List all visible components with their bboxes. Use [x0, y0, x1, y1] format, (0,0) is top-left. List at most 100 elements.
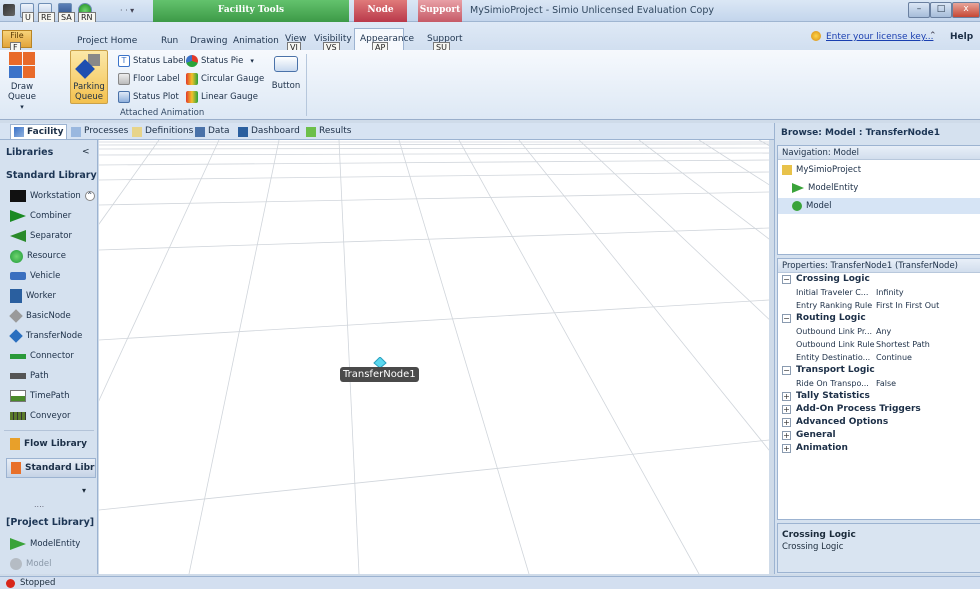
expand-icon[interactable]: +: [782, 405, 791, 414]
tab-definitions[interactable]: Definitions: [129, 124, 196, 139]
context-tab-facility-tools[interactable]: Facility Tools: [153, 0, 349, 22]
lib-item-worker[interactable]: Worker: [10, 288, 56, 304]
lib-separator: [4, 430, 94, 431]
scroll-up-icon[interactable]: ⌃: [84, 191, 95, 201]
property-category[interactable]: + Tally Statistics: [778, 390, 980, 403]
lib-item-connector[interactable]: Connector: [10, 348, 74, 364]
close-button[interactable]: x: [952, 2, 980, 18]
tab-processes[interactable]: Processes: [68, 124, 131, 139]
property-category-label: Animation: [796, 443, 848, 453]
property-category[interactable]: + Add-On Process Triggers: [778, 403, 980, 416]
workstation-icon: [10, 190, 26, 202]
circular-gauge-button[interactable]: Circular Gauge: [186, 72, 264, 86]
tab-run[interactable]: Run: [161, 36, 178, 46]
parking-queue-button[interactable]: Parking Queue: [70, 50, 108, 104]
status-label-button[interactable]: T Status Label: [118, 54, 186, 68]
expand-icon[interactable]: +: [782, 431, 791, 440]
lib-item-conveyor[interactable]: Conveyor: [10, 408, 71, 424]
navigation-header: Navigation: Model: [778, 146, 980, 160]
property-value[interactable]: First In First Out: [876, 299, 939, 312]
browse-title: Browse: Model : TransferNode1: [781, 128, 941, 138]
vehicle-icon: [10, 272, 26, 280]
tab-appearance[interactable]: Appearance AP: [354, 28, 414, 54]
property-category[interactable]: − Routing Logic: [778, 312, 980, 325]
property-category[interactable]: + General: [778, 429, 980, 442]
qat-customize-icon[interactable]: · · ▾: [120, 6, 134, 15]
lib-item-path[interactable]: Path: [10, 368, 49, 384]
status-pie-button[interactable]: Status Pie ▾: [186, 54, 254, 68]
nav-item-project[interactable]: MySimioProject: [782, 162, 861, 178]
property-row[interactable]: Entity Destinatio... Continue: [778, 351, 980, 364]
property-row[interactable]: Outbound Link Rule Shortest Path: [778, 338, 980, 351]
collapse-icon[interactable]: −: [782, 366, 791, 375]
property-value[interactable]: Shortest Path: [876, 338, 930, 351]
tab-data[interactable]: Data: [192, 124, 233, 139]
expand-icon[interactable]: +: [782, 444, 791, 453]
tab-dashboard[interactable]: Dashboard: [235, 124, 303, 139]
lib-item-transfernode[interactable]: TransferNode: [9, 328, 82, 344]
lib-item-separator[interactable]: Separator: [10, 228, 72, 244]
tab-facility[interactable]: Facility: [10, 124, 68, 139]
floor-grid: [99, 140, 769, 574]
tab-results[interactable]: Results: [303, 124, 355, 139]
collapse-icon[interactable]: −: [782, 275, 791, 284]
lib-item-workstation[interactable]: Workstation ⌃: [10, 188, 95, 204]
property-value[interactable]: Infinity: [876, 286, 904, 299]
facility-icon: [14, 127, 24, 137]
flow-library-button[interactable]: Flow Library: [10, 436, 87, 452]
stop-icon: [6, 579, 15, 588]
property-value[interactable]: Continue: [876, 351, 912, 364]
property-category[interactable]: − Transport Logic: [778, 364, 980, 377]
lib-item-vehicle[interactable]: Vehicle: [10, 268, 60, 284]
collapse-ribbon-icon[interactable]: ⌃: [929, 31, 937, 41]
property-row[interactable]: Outbound Link Pr... Any: [778, 325, 980, 338]
tab-animation[interactable]: Animation: [233, 36, 279, 46]
linear-gauge-button[interactable]: Linear Gauge: [186, 90, 258, 104]
property-category[interactable]: − Crossing Logic: [778, 273, 980, 286]
status-plot-button[interactable]: Status Plot: [118, 90, 179, 104]
resource-icon: [10, 249, 23, 263]
nav-item-model[interactable]: Model: [778, 198, 980, 214]
property-value[interactable]: Any: [876, 325, 891, 338]
draw-queue-button[interactable]: Draw Queue ▾: [2, 52, 42, 112]
property-row[interactable]: Initial Traveler C... Infinity: [778, 286, 980, 299]
circular-gauge-icon: [186, 73, 198, 85]
maximize-button[interactable]: □: [930, 2, 952, 18]
path-icon: [10, 373, 26, 379]
tab-drawing[interactable]: Drawing: [190, 36, 227, 46]
lib-item-resource[interactable]: Resource: [10, 248, 66, 264]
property-row[interactable]: Ride On Transpo... False: [778, 377, 980, 390]
app-icon[interactable]: [3, 4, 15, 16]
property-category[interactable]: + Animation: [778, 442, 980, 455]
nav-item-modelentity[interactable]: ModelEntity: [792, 180, 858, 196]
collapse-icon[interactable]: −: [782, 314, 791, 323]
floor-label-button[interactable]: Floor Label: [118, 72, 180, 86]
help-menu[interactable]: Help: [950, 32, 973, 42]
property-name: Initial Traveler C...: [796, 288, 869, 297]
standard-library-button[interactable]: Standard Libr: [6, 458, 96, 478]
property-value[interactable]: False: [876, 377, 896, 390]
tab-project-home[interactable]: Project Home: [77, 36, 137, 46]
lib-item-modelentity[interactable]: ModelEntity: [10, 536, 80, 552]
license-key-link[interactable]: Enter your license key...: [826, 32, 933, 42]
facility-canvas[interactable]: TransferNode1: [99, 140, 769, 574]
context-tab-support[interactable]: Support: [418, 0, 462, 22]
dashboard-icon: [238, 126, 248, 137]
minimize-button[interactable]: –: [908, 2, 930, 18]
context-tab-node-tools[interactable]: Node Tools: [354, 0, 407, 35]
collapse-libraries-button[interactable]: <: [82, 147, 90, 157]
lib-item-model[interactable]: Model: [10, 556, 52, 572]
properties-panel: Properties: TransferNode1 (TransferNode)…: [777, 258, 980, 520]
lib-item-timepath[interactable]: TimePath: [10, 388, 69, 404]
lib-item-basicnode[interactable]: BasicNode: [9, 308, 71, 324]
property-row[interactable]: Entry Ranking Rule First In First Out: [778, 299, 980, 312]
lib-item-combiner[interactable]: Combiner: [10, 208, 71, 224]
expand-icon[interactable]: +: [782, 392, 791, 401]
attached-animation-group-label: Attached Animation: [120, 108, 205, 118]
property-category-label: Crossing Logic: [796, 274, 870, 284]
expand-icon[interactable]: +: [782, 418, 791, 427]
button-button[interactable]: Button: [270, 56, 302, 91]
property-category[interactable]: + Advanced Options: [778, 416, 980, 429]
library-dropdown-icon[interactable]: ▾: [82, 486, 86, 495]
transfer-node-label[interactable]: TransferNode1: [340, 367, 419, 382]
